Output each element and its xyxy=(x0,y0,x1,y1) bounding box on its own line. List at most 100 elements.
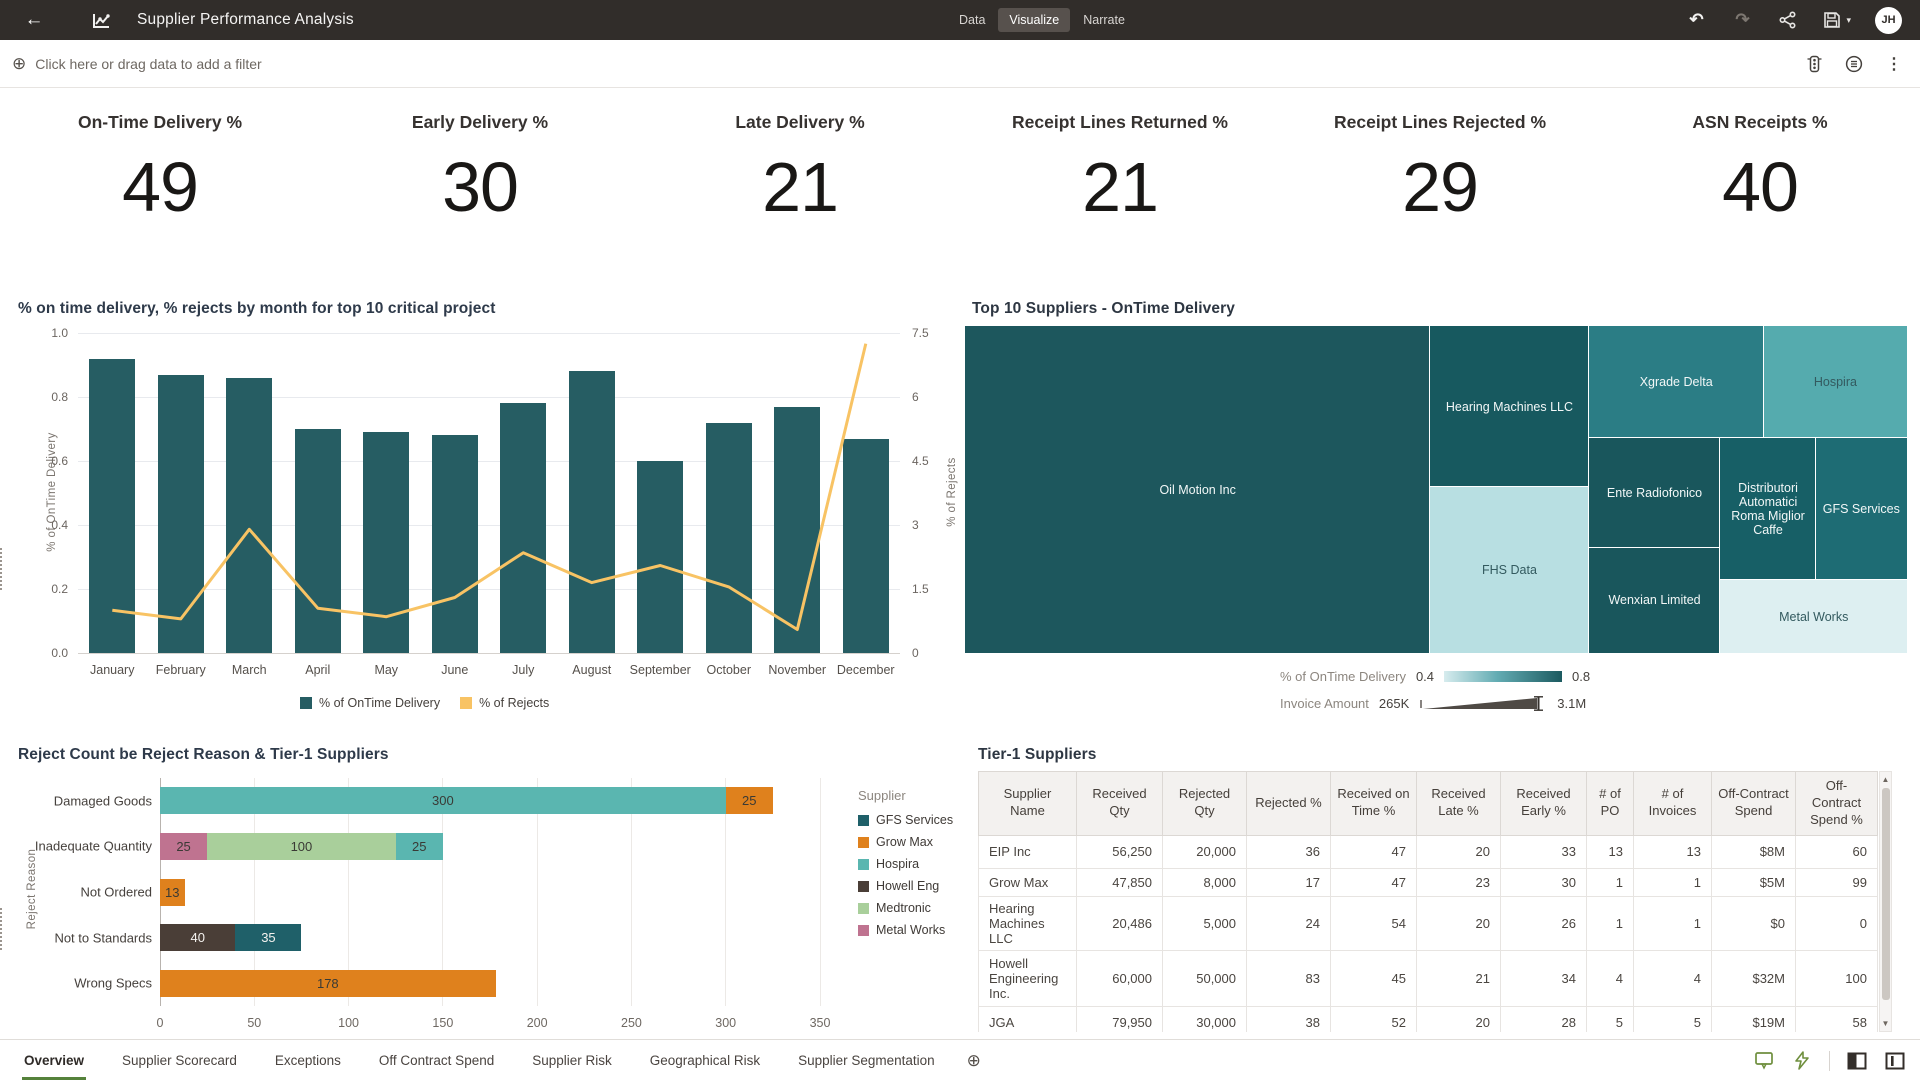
left-panel-toggle-icon[interactable] xyxy=(1846,1050,1868,1072)
column-header[interactable]: Rejected % xyxy=(1247,772,1331,836)
treemap-tile[interactable]: Hearing Machines LLC xyxy=(1430,326,1588,487)
mode-tab-narrate[interactable]: Narrate xyxy=(1072,8,1136,32)
legend-entry[interactable]: GFS Services xyxy=(858,813,953,827)
notes-icon[interactable] xyxy=(1844,54,1864,74)
table-scrollbar[interactable]: ▲ ▼ xyxy=(1879,771,1892,1032)
legend-entry[interactable]: % of OnTime Delivery xyxy=(300,696,440,710)
kpi-tile[interactable]: Receipt Lines Rejected %29 xyxy=(1280,96,1600,227)
kpi-tile[interactable]: Early Delivery %30 xyxy=(320,96,640,227)
ontime-bar-may[interactable] xyxy=(363,432,409,653)
legend-entry[interactable]: % of Rejects xyxy=(460,696,549,710)
column-header[interactable]: Received Qty xyxy=(1077,772,1163,836)
user-avatar[interactable]: JH xyxy=(1875,7,1902,34)
table-row[interactable]: Hearing Machines LLC20,4865,000245420261… xyxy=(979,896,1878,950)
scroll-down-icon[interactable]: ▼ xyxy=(1880,1019,1891,1028)
canvas-tab-off-contract-spend[interactable]: Off Contract Spend xyxy=(377,1040,496,1080)
redo-icon[interactable]: ↷ xyxy=(1731,9,1753,31)
treemap-tile[interactable]: Oil Motion Inc xyxy=(965,326,1430,653)
treemap-tile[interactable]: Wenxian Limited xyxy=(1589,548,1721,653)
column-header[interactable]: Received Early % xyxy=(1501,772,1587,836)
column-header[interactable]: # of PO xyxy=(1587,772,1634,836)
ontime-bar-february[interactable] xyxy=(158,375,204,653)
column-header[interactable]: Received Late % xyxy=(1417,772,1501,836)
kpi-tile[interactable]: Receipt Lines Returned %21 xyxy=(960,96,1280,227)
ontime-bar-january[interactable] xyxy=(89,359,135,653)
bar-segment-hospira[interactable]: 300 xyxy=(160,787,726,814)
reject-chart-plot[interactable]: 300252510025134035178 xyxy=(160,778,820,1006)
canvas-tab-geographical-risk[interactable]: Geographical Risk xyxy=(648,1040,762,1080)
mode-tab-visualize[interactable]: Visualize xyxy=(998,8,1070,32)
kpi-label: Late Delivery % xyxy=(640,112,960,133)
canvas-tab-overview[interactable]: Overview xyxy=(22,1040,86,1080)
kpi-tile[interactable]: On-Time Delivery %49 xyxy=(0,96,320,227)
combo-chart-plot[interactable]: 0.000.21.50.430.64.50.861.07.5 xyxy=(78,333,900,653)
mode-tab-data[interactable]: Data xyxy=(948,8,996,32)
bar-segment-metal-works[interactable]: 25 xyxy=(160,833,207,860)
column-header[interactable]: # of Invoices xyxy=(1634,772,1712,836)
share-icon[interactable] xyxy=(1777,9,1799,31)
kpi-tile[interactable]: Late Delivery %21 xyxy=(640,96,960,227)
scroll-up-icon[interactable]: ▲ xyxy=(1880,775,1891,784)
size-ramp-icon[interactable] xyxy=(1419,696,1547,711)
table-row[interactable]: EIP Inc56,25020,000364720331313$8M60 xyxy=(979,835,1878,868)
ontime-bar-november[interactable] xyxy=(774,407,820,653)
canvas-tab-exceptions[interactable]: Exceptions xyxy=(273,1040,343,1080)
table-row[interactable]: Howell Engineering Inc.60,00050,00083452… xyxy=(979,950,1878,1006)
bar-segment-grow-max[interactable]: 178 xyxy=(160,970,496,997)
column-header[interactable]: Off-Contract Spend xyxy=(1712,772,1796,836)
treemap-tile[interactable]: Distributori Automatici Roma Miglior Caf… xyxy=(1720,438,1815,580)
value-cell: 21 xyxy=(1417,950,1501,1006)
more-options-icon[interactable]: ⋮ xyxy=(1884,54,1904,74)
back-icon[interactable]: ← xyxy=(16,9,52,31)
add-filter-button[interactable]: ⊕ Click here or drag data to add a filte… xyxy=(0,54,262,74)
bar-segment-gfs-services[interactable]: 35 xyxy=(235,924,301,951)
bar-segment-hospira[interactable]: 25 xyxy=(396,833,443,860)
filter-limits-icon[interactable] xyxy=(1804,54,1824,74)
kpi-tile[interactable]: ASN Receipts %40 xyxy=(1600,96,1920,227)
table-row[interactable]: Grow Max47,8508,0001747233011$5M99 xyxy=(979,868,1878,896)
treemap-tile[interactable]: Ente Radiofonico xyxy=(1589,438,1721,547)
treemap-tile[interactable]: Metal Works xyxy=(1720,580,1907,653)
column-header[interactable]: Off-Contract Spend % xyxy=(1796,772,1878,836)
column-header[interactable]: Supplier Name xyxy=(979,772,1077,836)
right-panel-toggle-icon[interactable] xyxy=(1884,1050,1906,1072)
column-header[interactable]: Received on Time % xyxy=(1331,772,1417,836)
bar-segment-grow-max[interactable]: 25 xyxy=(726,787,773,814)
canvas-tab-supplier-risk[interactable]: Supplier Risk xyxy=(530,1040,614,1080)
ontime-bar-october[interactable] xyxy=(706,423,752,653)
ontime-bar-july[interactable] xyxy=(500,403,546,653)
treemap-tile[interactable]: Hospira xyxy=(1764,326,1907,438)
bar-segment-grow-max[interactable]: 13 xyxy=(160,879,185,906)
ontime-bar-june[interactable] xyxy=(432,435,478,653)
canvas-resize-handle[interactable] xyxy=(0,548,7,590)
value-cell: 5 xyxy=(1634,1006,1712,1032)
canvas-tab-supplier-segmentation[interactable]: Supplier Segmentation xyxy=(796,1040,937,1080)
treemap-tile[interactable]: FHS Data xyxy=(1430,487,1588,653)
table-row[interactable]: JGA79,95030,0003852202855$19M58 xyxy=(979,1006,1878,1032)
undo-icon[interactable]: ↶ xyxy=(1685,9,1707,31)
canvas-tab-supplier-scorecard[interactable]: Supplier Scorecard xyxy=(120,1040,239,1080)
supplier-name-cell: Hearing Machines LLC xyxy=(979,896,1077,950)
canvas-resize-handle[interactable] xyxy=(0,908,7,950)
ontime-bar-december[interactable] xyxy=(843,439,889,653)
supplier-name-cell: JGA xyxy=(979,1006,1077,1032)
column-header[interactable]: Rejected Qty xyxy=(1163,772,1247,836)
legend-entry[interactable]: Hospira xyxy=(858,857,953,871)
legend-entry[interactable]: Grow Max xyxy=(858,835,953,849)
ontime-bar-august[interactable] xyxy=(569,371,615,653)
legend-entry[interactable]: Howell Eng xyxy=(858,879,953,893)
add-canvas-icon[interactable]: ⊕ xyxy=(967,1051,981,1071)
treemap-tile[interactable]: GFS Services xyxy=(1816,438,1907,580)
ontime-bar-april[interactable] xyxy=(295,429,341,653)
treemap-tile[interactable]: Xgrade Delta xyxy=(1589,326,1764,438)
present-canvas-icon[interactable] xyxy=(1753,1050,1775,1072)
ontime-bar-march[interactable] xyxy=(226,378,272,653)
legend-entry[interactable]: Medtronic xyxy=(858,901,953,915)
bar-segment-howell-eng[interactable]: 40 xyxy=(160,924,235,951)
value-cell: 47,850 xyxy=(1077,868,1163,896)
ontime-bar-september[interactable] xyxy=(637,461,683,653)
legend-entry[interactable]: Metal Works xyxy=(858,923,953,937)
bar-segment-medtronic[interactable]: 100 xyxy=(207,833,396,860)
save-button[interactable]: ▾ xyxy=(1823,11,1851,29)
auto-insights-icon[interactable] xyxy=(1791,1050,1813,1072)
